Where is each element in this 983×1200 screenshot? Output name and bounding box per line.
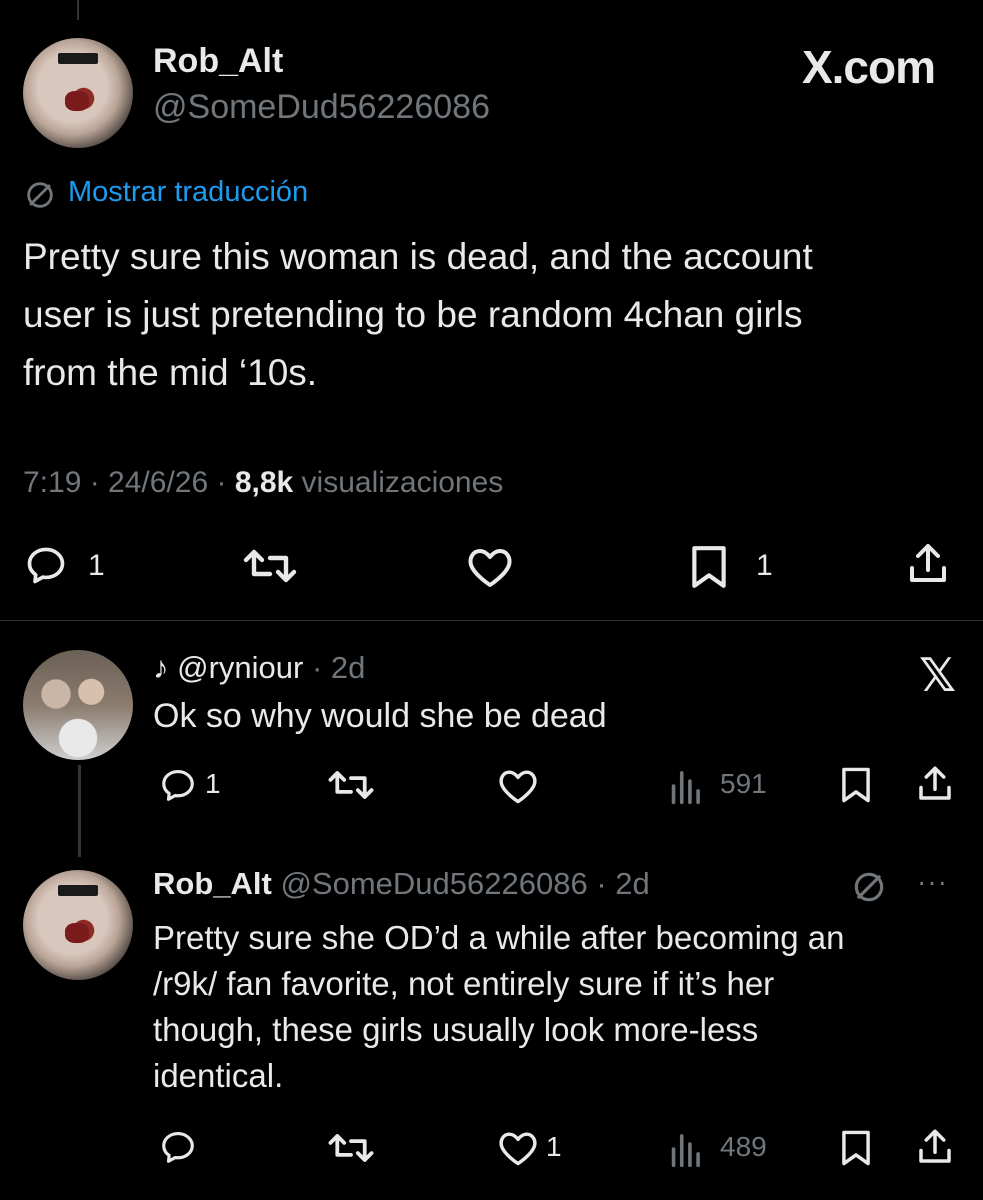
translate-globe-icon xyxy=(23,178,57,212)
tweet-body: Pretty sure this woman is dead, and the … xyxy=(23,228,813,402)
author-name[interactable]: Rob_Alt xyxy=(153,42,283,81)
retweet-icon[interactable] xyxy=(327,1130,375,1166)
reply-avatar[interactable] xyxy=(23,650,133,760)
views-label: visualizaciones xyxy=(293,466,504,499)
reply-text: Ok so why would she be dead xyxy=(153,697,607,735)
reply-count: 1 xyxy=(88,549,105,582)
tweet-timestamp[interactable]: 7:19 · 24/6/26 · xyxy=(23,466,235,499)
reply-header: ♪ @ryniour · 2d xyxy=(153,650,365,686)
divider xyxy=(0,620,983,621)
tweet-line: Pretty sure this woman is dead, and the … xyxy=(23,236,813,277)
views-chart-icon[interactable] xyxy=(668,1131,702,1167)
reply-header: Rob_Alt @SomeDud56226086 · 2d xyxy=(153,866,650,902)
reply-icon[interactable] xyxy=(23,543,69,587)
reply-avatar[interactable] xyxy=(23,870,133,980)
bookmark-count: 1 xyxy=(756,549,773,582)
like-count: 1 xyxy=(546,1131,562,1162)
view-count: 8,8k xyxy=(234,466,294,499)
like-icon[interactable] xyxy=(465,545,515,589)
like-icon[interactable] xyxy=(497,767,539,805)
like-icon[interactable] xyxy=(497,1129,539,1167)
bookmark-icon[interactable] xyxy=(838,1129,874,1167)
share-icon[interactable] xyxy=(915,1126,955,1168)
author-name[interactable]: Rob_Alt xyxy=(153,866,272,901)
reply-text: Pretty sure she OD’d a while after becom… xyxy=(153,915,845,1099)
reply-line: Pretty sure she OD’d a while after becom… xyxy=(153,919,845,956)
reply-count: 1 xyxy=(205,768,221,799)
reply-line: identical. xyxy=(153,1057,284,1094)
views-chart-icon[interactable] xyxy=(668,768,702,804)
tweet-line: from the mid ‘10s. xyxy=(23,352,318,393)
reply-icon[interactable] xyxy=(158,766,198,804)
author-handle[interactable]: @SomeDud56226086 xyxy=(280,866,587,901)
retweet-icon[interactable] xyxy=(242,545,298,587)
reply-time: · 2d xyxy=(596,866,650,901)
views-count: 489 xyxy=(720,1131,767,1162)
thread-stub xyxy=(77,0,79,20)
views-count: 591 xyxy=(720,768,767,799)
reply-time: · 2d xyxy=(311,650,366,685)
tweet-meta: 7:19 · 24/6/26 · 8,8k visualizaciones xyxy=(23,466,503,500)
show-translation-link[interactable]: Mostrar traducción xyxy=(68,176,308,209)
reply-line: /r9k/ fan favorite, not entirely sure if… xyxy=(153,965,775,1002)
share-icon[interactable] xyxy=(915,763,955,805)
author-handle[interactable]: @SomeDud56226086 xyxy=(153,88,490,127)
translate-globe-icon xyxy=(850,868,888,906)
bookmark-icon[interactable] xyxy=(688,544,730,590)
reply-handle[interactable]: ♪ @ryniour xyxy=(153,650,303,685)
thread-connector xyxy=(78,765,81,857)
bookmark-icon[interactable] xyxy=(838,766,874,804)
reply-line: though, these girls usually look more-le… xyxy=(153,1011,759,1048)
share-icon[interactable] xyxy=(905,540,951,588)
author-avatar[interactable] xyxy=(23,38,133,148)
x-logo-icon: 𝕏 xyxy=(918,649,956,701)
tweet-line: user is just pretending to be random 4ch… xyxy=(23,294,803,335)
x-watermark: X.com xyxy=(801,41,936,93)
reply-icon[interactable] xyxy=(158,1128,198,1166)
retweet-icon[interactable] xyxy=(327,767,375,803)
more-options-button[interactable]: ··· xyxy=(917,866,948,898)
